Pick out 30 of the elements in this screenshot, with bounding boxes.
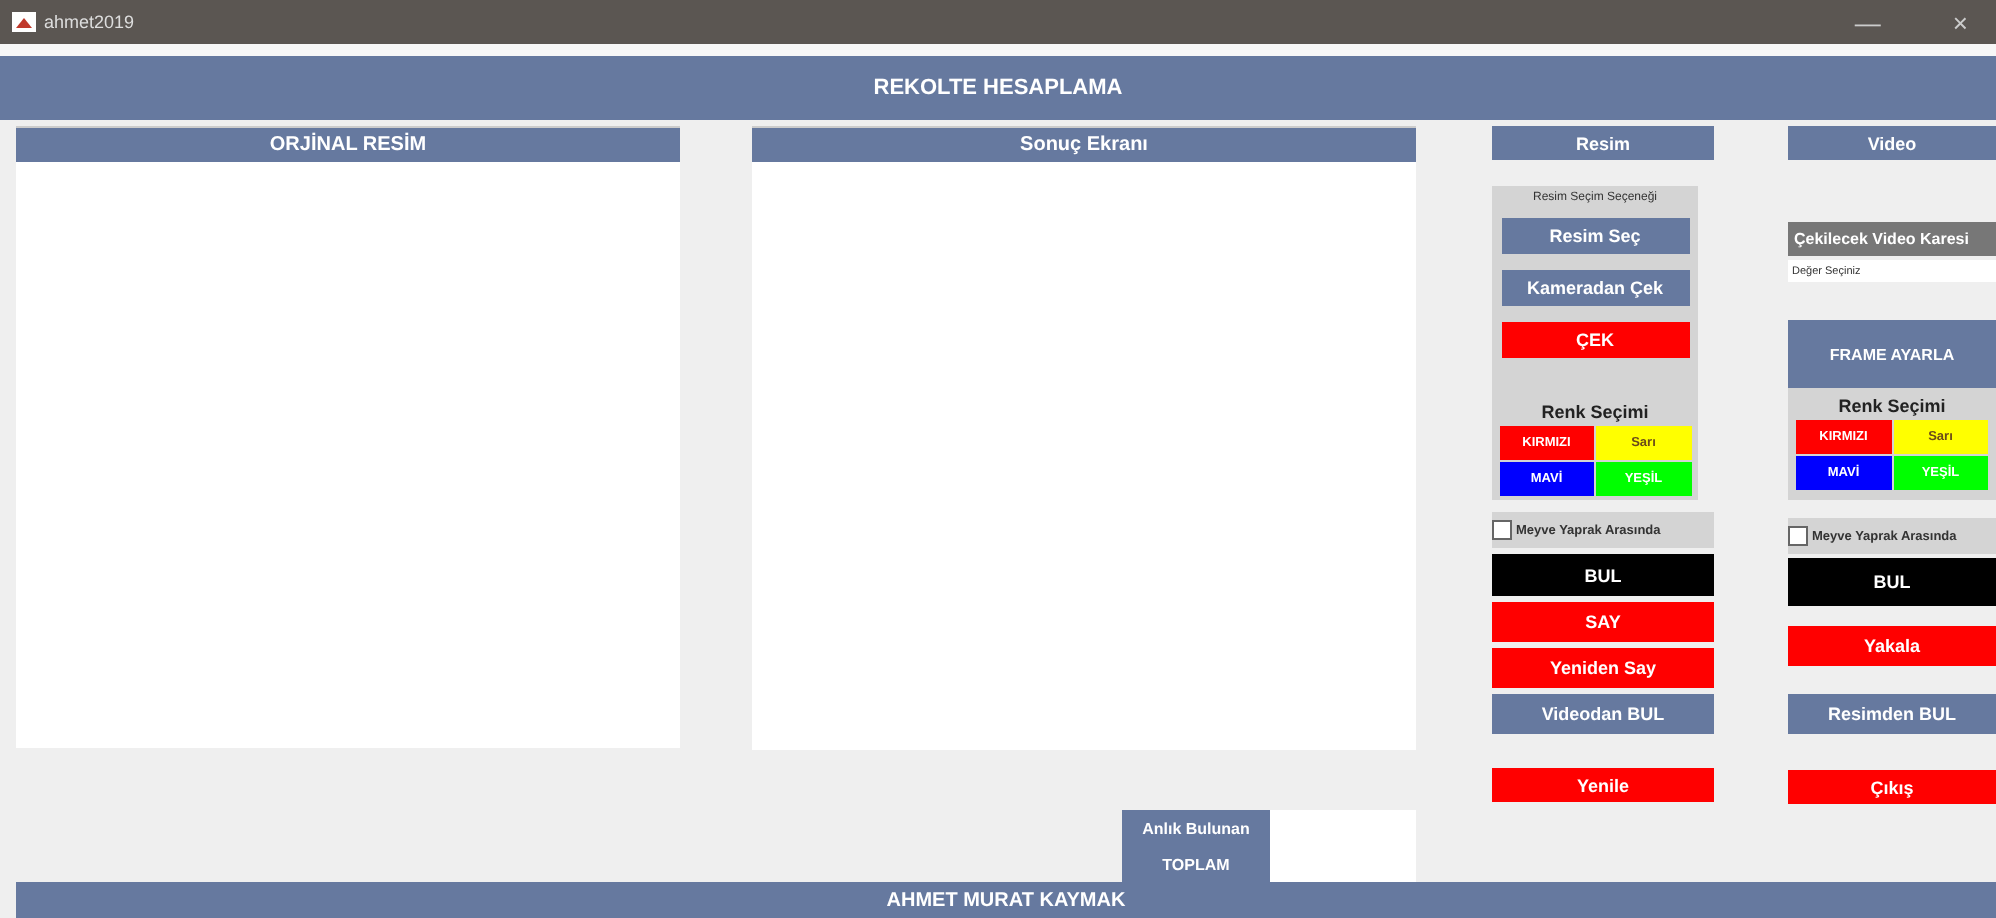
action-button[interactable]: Yakala: [1788, 626, 1996, 666]
checkbox[interactable]: [1492, 520, 1512, 540]
app-icon: [12, 12, 36, 32]
window-title: ahmet2019: [44, 12, 135, 32]
panel-title: Sonuç Ekranı: [752, 128, 1416, 162]
image-tab-button[interactable]: Resim: [1492, 126, 1714, 160]
action-button[interactable]: ÇEK: [1501, 322, 1689, 358]
video-tab-button[interactable]: Video: [1788, 126, 1996, 160]
action-button[interactable]: Çıkış: [1788, 770, 1996, 804]
panel-title: ORJİNAL RESİM: [16, 128, 680, 162]
action-button[interactable]: Yeniden Say: [1492, 648, 1714, 688]
action-button[interactable]: SAY: [1492, 602, 1714, 642]
action-button[interactable]: Yenile: [1492, 768, 1714, 802]
action-button[interactable]: Resimden BUL: [1788, 694, 1996, 734]
total-label: TOPLAM: [1122, 846, 1270, 882]
close-button[interactable]: ×: [1936, 7, 1984, 37]
frame-label: Çekilecek Video Karesi: [1788, 222, 1996, 256]
frame-button[interactable]: FRAME AYARLA: [1788, 320, 1996, 388]
group-title: Renk Seçimi: [1541, 402, 1649, 422]
total-label: Anlık Bulunan: [1122, 810, 1270, 846]
action-button[interactable]: Kameradan Çek: [1501, 270, 1689, 306]
action-button[interactable]: Videodan BUL: [1492, 694, 1714, 734]
checkbox[interactable]: [1788, 526, 1808, 546]
app-header: REKOLTE HESAPLAMA: [0, 56, 1996, 120]
author-footer: AHMET MURAT KAYMAK: [16, 882, 1996, 918]
action-button[interactable]: BUL: [1788, 558, 1996, 606]
action-button[interactable]: Resim Seç: [1501, 218, 1689, 254]
action-button[interactable]: BUL: [1492, 554, 1714, 596]
minimize-button[interactable]: —: [1838, 7, 1897, 37]
group-title: Renk Seçimi: [1838, 396, 1946, 416]
